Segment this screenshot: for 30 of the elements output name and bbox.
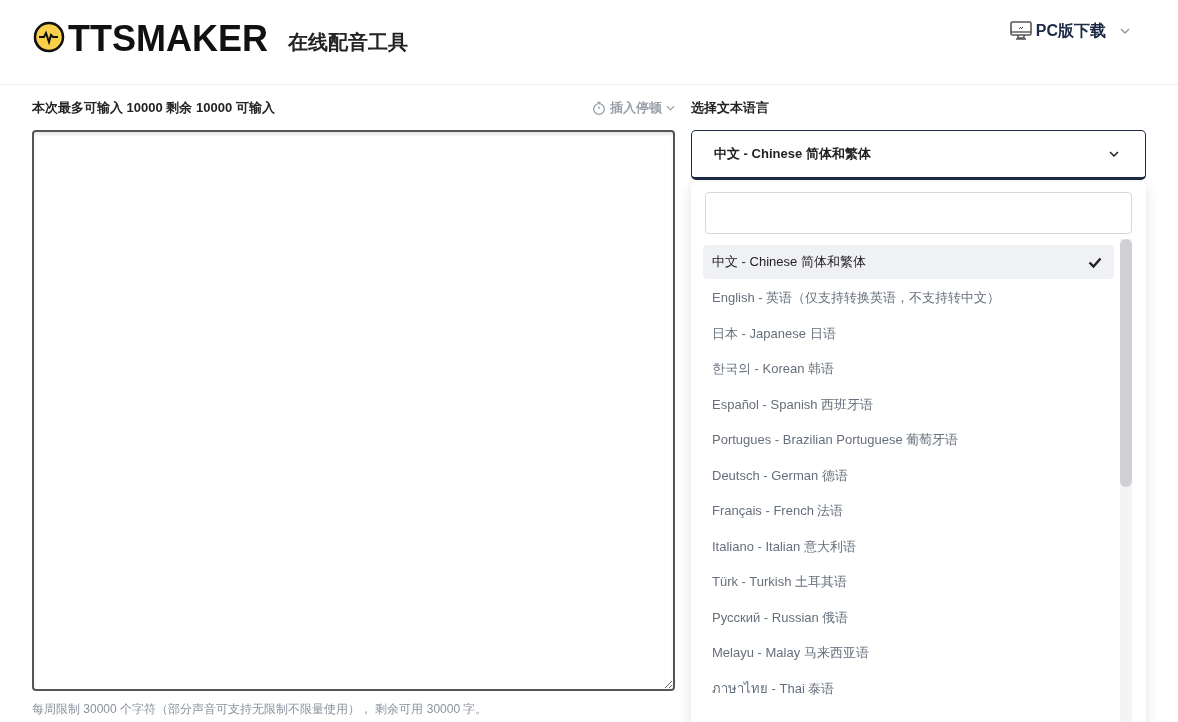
monitor-icon xyxy=(1009,21,1032,41)
weekly-limit-note: 每周限制 30000 个字符（部分声音可支持无限制不限量使用）， 剩余可用 30000 字。 xyxy=(32,701,489,718)
checkmark-icon xyxy=(1088,256,1102,268)
character-limit-label: 本次最多可输入 10000 剩余 10000 可输入 xyxy=(32,98,275,117)
language-option[interactable]: Français - French 法语 xyxy=(703,493,1114,529)
language-option[interactable]: 日本 - Japanese 日语 xyxy=(703,316,1114,352)
stopwatch-icon xyxy=(592,100,606,115)
language-option[interactable]: Portugues - Brazilian Portuguese 葡萄牙语 xyxy=(703,422,1114,458)
language-option[interactable]: Italiano - Italian 意大利语 xyxy=(703,529,1114,565)
chevron-down-icon xyxy=(666,104,675,111)
logo-icon xyxy=(32,21,66,55)
language-option[interactable]: English - 英语（仅支持转换英语，不支持转中文） xyxy=(703,280,1114,316)
language-search-field[interactable] xyxy=(705,192,1132,234)
language-label: 选择文本语言 xyxy=(691,98,769,117)
chevron-down-icon xyxy=(1120,28,1130,34)
chevron-down-icon xyxy=(1109,151,1119,157)
pc-download-menu[interactable]: PC版下载 xyxy=(1007,18,1132,44)
language-option[interactable]: Русский - Russian 俄语 xyxy=(703,600,1114,636)
language-option[interactable]: 한국의 - Korean 韩语 xyxy=(703,351,1114,387)
text-input-area[interactable] xyxy=(32,130,675,691)
scrollbar-thumb[interactable] xyxy=(1120,239,1132,487)
language-option[interactable]: Español - Spanish 西班牙语 xyxy=(703,387,1114,423)
language-option[interactable]: Deutsch - German 德语 xyxy=(703,458,1114,494)
language-option[interactable]: Melayu - Malay 马来西亚语 xyxy=(703,635,1114,671)
language-select[interactable]: 中文 - Chinese 简体和繁体 xyxy=(691,130,1146,180)
logo-text[interactable]: TTSMAKER xyxy=(68,15,268,61)
language-option[interactable]: 中文 - Chinese 简体和繁体 xyxy=(703,245,1114,279)
language-option[interactable]: Türk - Turkish 土耳其语 xyxy=(703,564,1114,600)
language-option[interactable]: ภาษาไทย - Thai 泰语 xyxy=(703,671,1114,707)
site-subtitle: 在线配音工具 xyxy=(288,29,408,55)
